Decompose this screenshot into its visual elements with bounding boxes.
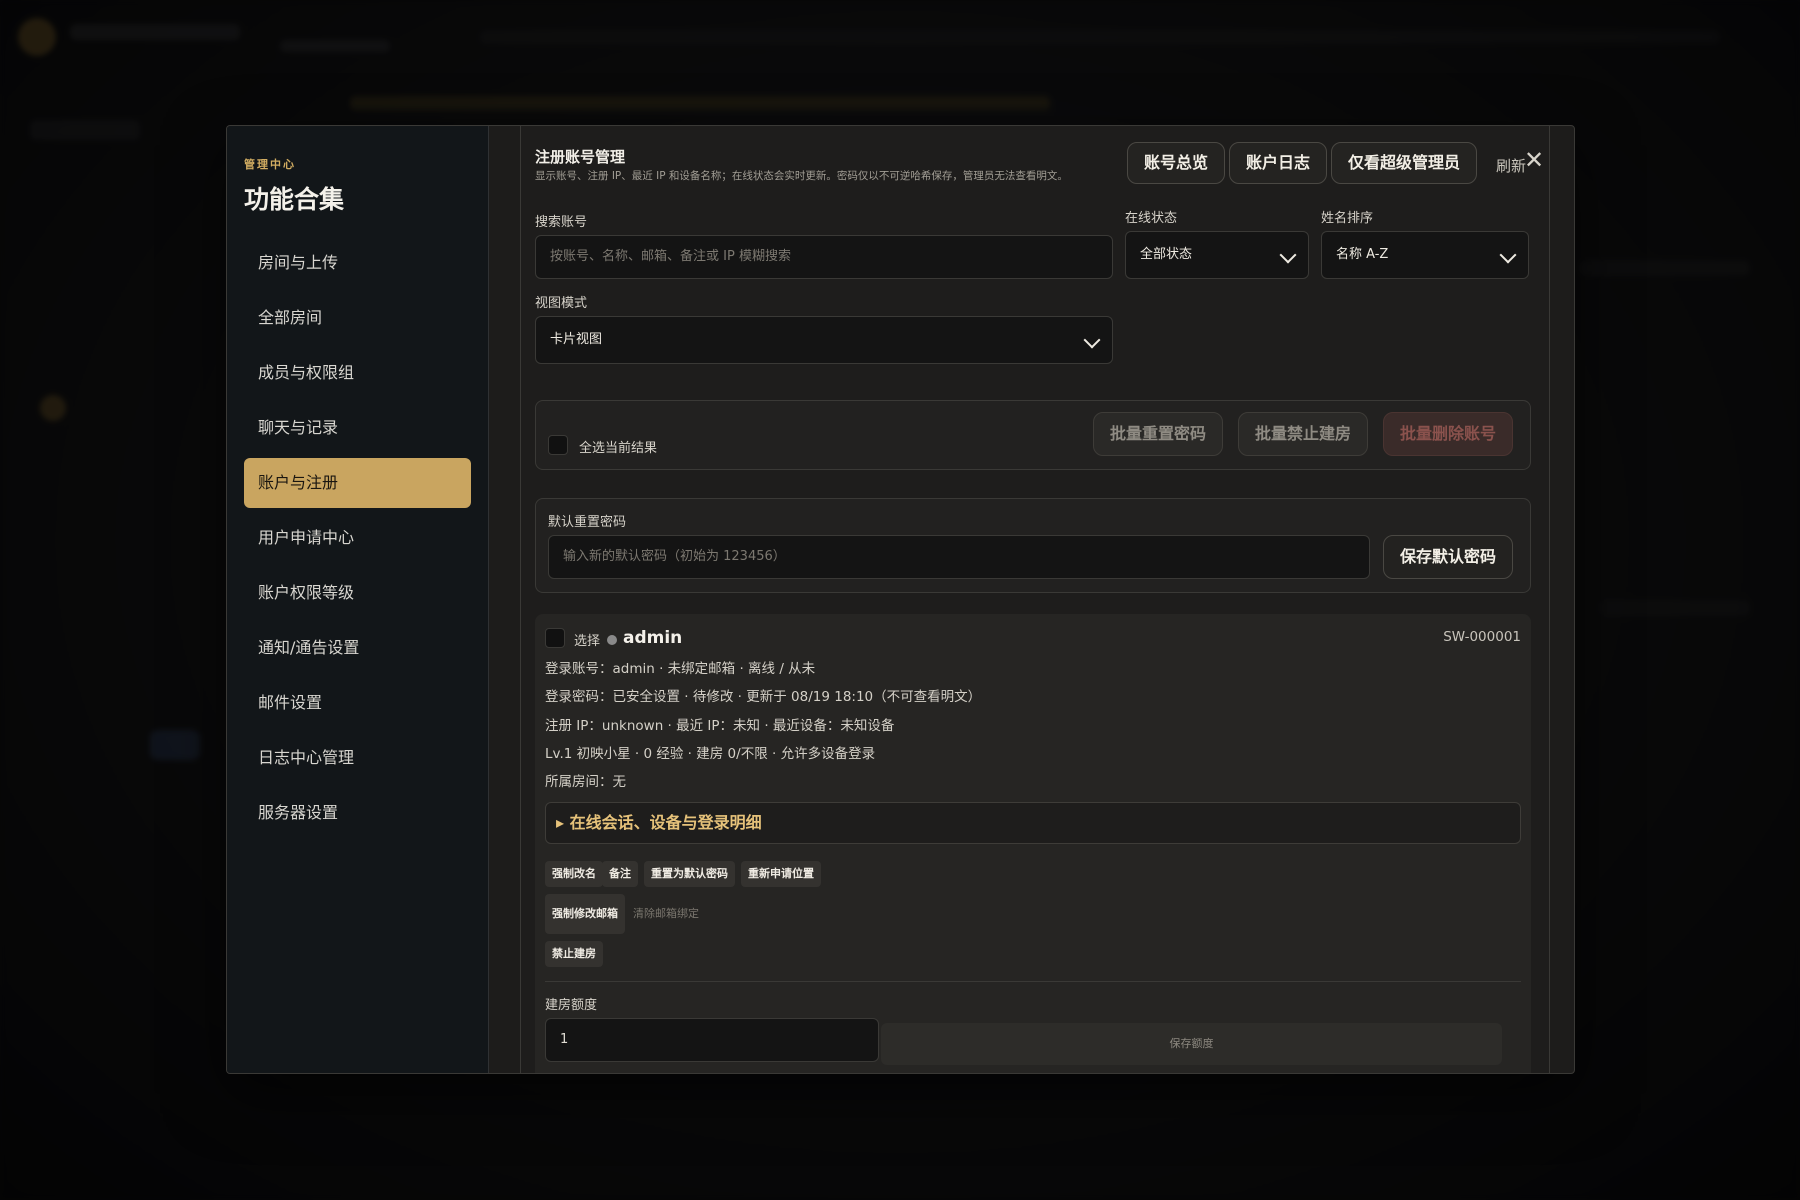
search-placeholder: 按账号、名称、邮箱、备注或 IP 模糊搜索: [550, 249, 791, 264]
card-divider: [545, 981, 1521, 982]
sort-label: 姓名排序: [1321, 211, 1374, 226]
sidebar-item-permission-levels[interactable]: 账户权限等级: [244, 568, 471, 618]
sidebar-item-chat-records[interactable]: 聊天与记录: [244, 403, 471, 453]
user-login-password: 登录密码：已安全设置 · 待修改 · 更新于 08/19 18:10（不可查看明…: [545, 689, 982, 705]
sidebar-item-accounts-registration[interactable]: 账户与注册: [244, 458, 471, 508]
user-card: 选择 admin SW-000001 登录账号：admin · 未绑定邮箱 · …: [535, 614, 1531, 1073]
sessions-details-toggle[interactable]: ▸ 在线会话、设备与登录明细: [545, 802, 1521, 844]
force-change-email-button[interactable]: 强制修改邮箱: [545, 894, 625, 934]
save-quota-button[interactable]: 保存额度: [881, 1023, 1502, 1065]
status-filter-value: 全部状态: [1140, 247, 1193, 262]
offline-status-dot: [607, 635, 617, 645]
clear-email-button[interactable]: 清除邮箱绑定: [626, 901, 706, 927]
tab-super-admins-only[interactable]: 仅看超级管理员: [1331, 142, 1478, 184]
quota-value: 1: [560, 1032, 569, 1047]
sidebar-kicker: 管理中心: [244, 158, 296, 171]
user-ip-info: 注册 IP：unknown · 最近 IP：未知 · 最近设备：未知设备: [545, 718, 895, 734]
bulk-reset-password-button[interactable]: 批量重置密码: [1093, 412, 1224, 456]
sidebar-title: 功能合集: [244, 185, 345, 214]
status-filter-select[interactable]: 全部状态: [1125, 231, 1309, 279]
reset-default-password-button[interactable]: 重置为默认密码: [644, 861, 735, 887]
status-filter-label: 在线状态: [1125, 211, 1178, 226]
note-button[interactable]: 备注: [602, 861, 638, 887]
main-content: 注册账号管理 显示账号、注册 IP、最近 IP 和设备名称；在线状态会实时更新。…: [489, 126, 1574, 1073]
default-password-label: 默认重置密码: [548, 515, 627, 530]
bulk-actions-panel: 全选当前结果 批量重置密码 批量禁止建房 批量删除账号: [535, 400, 1531, 470]
page-description: 显示账号、注册 IP、最近 IP 和设备名称；在线状态会实时更新。密码仅以不可逆…: [535, 170, 1068, 182]
quota-label: 建房额度: [545, 998, 598, 1013]
user-rooms: 所属房间：无: [545, 774, 626, 790]
user-name: admin: [623, 628, 683, 648]
force-rename-button[interactable]: 强制改名: [545, 861, 603, 887]
tab-account-logs[interactable]: 账户日志: [1229, 142, 1328, 184]
save-default-password-button[interactable]: 保存默认密码: [1383, 535, 1514, 579]
refresh-button[interactable]: 刷新: [1496, 155, 1526, 176]
default-password-panel: 默认重置密码 输入新的默认密码（初始为 123456） 保存默认密码: [535, 498, 1531, 593]
default-password-input[interactable]: 输入新的默认密码（初始为 123456）: [548, 535, 1370, 579]
sidebar-item-mail-settings[interactable]: 邮件设置: [244, 678, 471, 728]
view-mode-label: 视图模式: [535, 296, 588, 311]
sidebar-item-rooms-upload[interactable]: 房间与上传: [244, 238, 471, 288]
sidebar-item-log-center[interactable]: 日志中心管理: [244, 733, 471, 783]
user-login-account: 登录账号：admin · 未绑定邮箱 · 离线 / 从未: [545, 661, 816, 677]
tab-account-overview[interactable]: 账号总览: [1127, 142, 1226, 184]
user-select-checkbox[interactable]: [545, 628, 565, 648]
sidebar-menu: 房间与上传 全部房间 成员与权限组 聊天与记录 账户与注册 用户申请中心 账户权…: [244, 238, 471, 838]
select-all-label: 全选当前结果: [579, 441, 658, 456]
search-label: 搜索账号: [535, 215, 588, 230]
sidebar-item-members-groups[interactable]: 成员与权限组: [244, 348, 471, 398]
sort-select[interactable]: 名称 A-Z: [1321, 231, 1529, 279]
bulk-ban-create-button[interactable]: 批量禁止建房: [1238, 412, 1369, 456]
chevron-down-icon: [1083, 331, 1101, 349]
sort-value: 名称 A-Z: [1336, 247, 1389, 262]
sidebar-item-all-rooms[interactable]: 全部房间: [244, 293, 471, 343]
close-icon[interactable]: ✕: [1524, 148, 1544, 172]
accounts-panel[interactable]: 注册账号管理 显示账号、注册 IP、最近 IP 和设备名称；在线状态会实时更新。…: [520, 126, 1550, 1073]
default-password-placeholder: 输入新的默认密码（初始为 123456）: [563, 549, 786, 564]
chevron-down-icon: [1499, 246, 1517, 264]
user-select-label: 选择: [574, 634, 601, 649]
sidebar-item-notifications[interactable]: 通知/通告设置: [244, 623, 471, 673]
sidebar-item-server-settings[interactable]: 服务器设置: [244, 788, 471, 838]
page-title: 注册账号管理: [535, 148, 626, 166]
view-mode-select[interactable]: 卡片视图: [535, 316, 1113, 364]
quota-input[interactable]: 1: [545, 1018, 879, 1062]
chevron-down-icon: [1279, 246, 1297, 264]
reapply-position-button[interactable]: 重新申请位置: [741, 861, 821, 887]
search-input[interactable]: 按账号、名称、邮箱、备注或 IP 模糊搜索: [535, 235, 1113, 279]
ban-create-room-button[interactable]: 禁止建房: [545, 941, 603, 967]
sidebar-item-user-applications[interactable]: 用户申请中心: [244, 513, 471, 563]
view-mode-value: 卡片视图: [550, 332, 603, 347]
sidebar: 管理中心 功能合集 房间与上传 全部房间 成员与权限组 聊天与记录 账户与注册 …: [227, 126, 489, 1073]
user-id: SW-000001: [1443, 629, 1521, 645]
bulk-delete-button[interactable]: 批量删除账号: [1383, 412, 1514, 456]
select-all-checkbox[interactable]: [548, 435, 568, 455]
admin-modal: 管理中心 功能合集 房间与上传 全部房间 成员与权限组 聊天与记录 账户与注册 …: [226, 125, 1575, 1074]
user-level-info: Lv.1 初映小星 · 0 经验 · 建房 0/不限 · 允许多设备登录: [545, 746, 876, 762]
